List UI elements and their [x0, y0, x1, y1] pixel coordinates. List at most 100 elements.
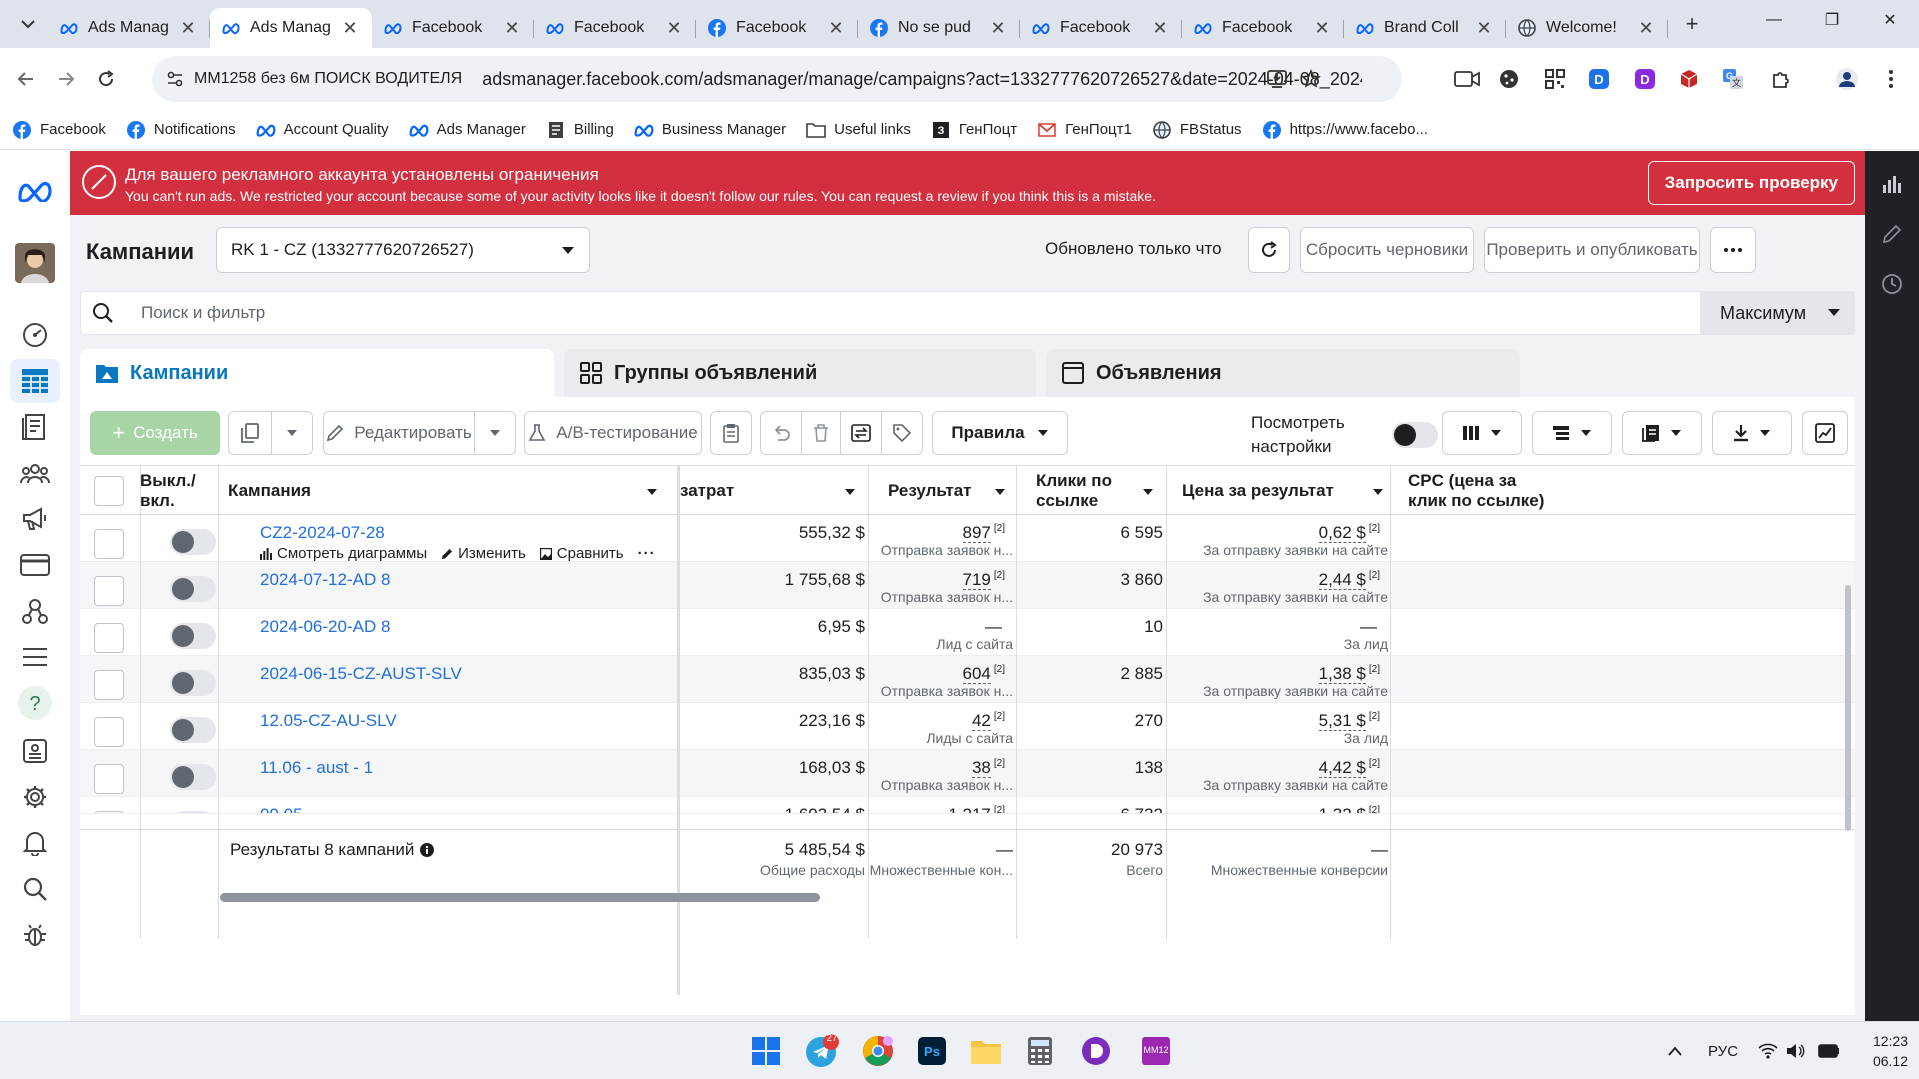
browser-tab[interactable]: Facebook ✕: [1182, 8, 1344, 48]
extension-d2-icon[interactable]: D: [1628, 62, 1662, 96]
bookmark-item[interactable]: Billing: [546, 120, 614, 140]
notifications-bell-icon[interactable]: [10, 821, 60, 865]
restore-button[interactable]: ❐: [1803, 0, 1861, 40]
profile-avatar-icon[interactable]: [1830, 62, 1864, 96]
forward-button[interactable]: [46, 59, 86, 99]
col-cost-per-result[interactable]: Цена за результат: [1172, 466, 1396, 516]
business-tools-icon[interactable]: [10, 589, 60, 633]
close-tab-icon[interactable]: ✕: [1312, 18, 1332, 39]
browser-tab[interactable]: Facebook ✕: [696, 8, 858, 48]
duplicate-dropdown[interactable]: [271, 411, 313, 455]
row-checkbox[interactable]: [94, 529, 124, 559]
col-toggle[interactable]: Выкл./ вкл.: [140, 466, 220, 516]
qr-icon[interactable]: [1538, 62, 1572, 96]
close-tab-icon[interactable]: ✕: [1474, 18, 1494, 39]
rules-button[interactable]: Правила: [932, 411, 1068, 455]
bookmark-item[interactable]: З ГенПоцт: [931, 120, 1017, 140]
row-checkbox[interactable]: [94, 764, 124, 794]
table-row[interactable]: 09.051 603,54 $1 217[2]6 7321,32 $[2]: [80, 797, 1855, 814]
bookmark-item[interactable]: https://www.facebo...: [1262, 120, 1428, 140]
browser-tab[interactable]: Ads Manag ✕: [210, 8, 372, 48]
bookmark-star-icon[interactable]: [1296, 64, 1326, 94]
reset-drafts-button[interactable]: Сбросить черновики: [1300, 227, 1474, 273]
close-tab-icon[interactable]: ✕: [1636, 18, 1656, 39]
close-tab-icon[interactable]: ✕: [988, 18, 1008, 39]
row-checkbox[interactable]: [94, 717, 124, 747]
browser-tab[interactable]: Welcome! ✕: [1506, 8, 1668, 48]
close-window-button[interactable]: ✕: [1861, 0, 1919, 40]
audiences-icon[interactable]: [10, 451, 60, 495]
minimize-button[interactable]: —: [1745, 0, 1803, 40]
col-spend[interactable]: затрат: [680, 466, 868, 516]
browser-tab[interactable]: Facebook ✕: [372, 8, 534, 48]
col-result[interactable]: Результат: [878, 466, 1018, 516]
table-row[interactable]: CZ2-2024-07-28 Смотреть диаграммы Изменить…: [80, 515, 1855, 562]
date-range-select[interactable]: Максимум: [1700, 291, 1855, 335]
help-icon[interactable]: ?: [10, 681, 60, 725]
browser-tab[interactable]: No se pud ✕: [858, 8, 1020, 48]
wifi-icon[interactable]: [1758, 1022, 1778, 1079]
close-tab-icon[interactable]: ✕: [502, 18, 522, 39]
undo-button[interactable]: [760, 411, 802, 455]
bookmark-item[interactable]: FBStatus: [1152, 120, 1242, 140]
browser-tab[interactable]: Facebook ✕: [534, 8, 696, 48]
compare-link[interactable]: Сравнить: [539, 545, 624, 562]
tag-button[interactable]: [881, 411, 923, 455]
refresh-button[interactable]: [1248, 227, 1290, 273]
col-clicks[interactable]: Клики по ссылке: [1026, 466, 1166, 516]
extensions-puzzle-icon[interactable]: [1764, 62, 1798, 96]
reload-button[interactable]: [86, 59, 126, 99]
account-avatar[interactable]: [10, 241, 60, 285]
close-tab-icon[interactable]: ✕: [340, 18, 360, 39]
telegram-icon[interactable]: 27: [802, 1031, 842, 1071]
campaign-toggle[interactable]: [170, 623, 216, 649]
language-indicator[interactable]: РУС: [1708, 1022, 1738, 1079]
pencil-icon[interactable]: [1877, 219, 1907, 249]
campaign-toggle[interactable]: [170, 764, 216, 790]
new-tab-button[interactable]: +: [1674, 6, 1710, 42]
select-all-checkbox[interactable]: [94, 476, 124, 506]
charts-toggle-button[interactable]: [1802, 411, 1848, 455]
browser-tab[interactable]: Facebook ✕: [1020, 8, 1182, 48]
file-explorer-icon[interactable]: [966, 1031, 1006, 1071]
row-checkbox[interactable]: [94, 670, 124, 700]
export-button[interactable]: [840, 411, 882, 455]
browser-menu-icon[interactable]: [1874, 62, 1908, 96]
edit-link[interactable]: Изменить: [441, 545, 526, 562]
bookmark-item[interactable]: Account Quality: [256, 120, 389, 140]
close-tab-icon[interactable]: ✕: [826, 18, 846, 39]
extension-cube-icon[interactable]: [1672, 62, 1706, 96]
extension-d-icon[interactable]: D: [1582, 62, 1616, 96]
bookmark-item[interactable]: Notifications: [126, 120, 236, 140]
all-tools-menu-icon[interactable]: [10, 635, 60, 679]
search-nav-icon[interactable]: [10, 867, 60, 911]
history-clock-icon[interactable]: [1877, 269, 1907, 299]
bar-chart-icon[interactable]: [1877, 169, 1907, 199]
campaign-name-link[interactable]: 2024-07-12-AD 8: [260, 570, 390, 590]
view-charts-link[interactable]: Смотреть диаграммы: [260, 545, 427, 562]
col-cpc[interactable]: CPC (цена за клик по ссылке): [1398, 466, 1548, 516]
billing-card-icon[interactable]: [10, 543, 60, 587]
more-options-button[interactable]: [1710, 227, 1756, 273]
news-icon[interactable]: [10, 729, 60, 773]
system-clock[interactable]: 12:23 06.12: [1858, 1031, 1908, 1071]
col-campaign[interactable]: Кампания: [228, 466, 670, 516]
review-publish-button[interactable]: Проверить и опубликовать: [1484, 227, 1700, 273]
close-tab-icon[interactable]: ✕: [1150, 18, 1170, 39]
bug-report-icon[interactable]: [10, 913, 60, 957]
address-bar[interactable]: MM1258 без 6м ПОИСК ВОДИТЕЛЯ adsmanager.…: [152, 56, 1402, 102]
clipboard-button[interactable]: [710, 411, 752, 455]
row-checkbox[interactable]: [94, 623, 124, 653]
campaign-name-link[interactable]: 12.05-CZ-AU-SLV: [260, 711, 397, 731]
table-row[interactable]: 2024-06-20-AD 8 6,95 $ — Лид с сайта 10— За л…: [80, 609, 1855, 656]
settings-gear-icon[interactable]: [10, 775, 60, 819]
campaign-toggle[interactable]: [170, 670, 216, 696]
bookmark-item[interactable]: Facebook: [12, 120, 106, 140]
bookmark-item[interactable]: ГенПоцт1: [1037, 120, 1132, 140]
url-text[interactable]: adsmanager.facebook.com/adsmanager/manag…: [482, 69, 1362, 90]
translate-icon[interactable]: G文: [1716, 62, 1750, 96]
table-row[interactable]: 2024-07-12-AD 81 755,68 $719 [2] Отправка …: [80, 562, 1855, 609]
chrome-icon[interactable]: [858, 1031, 898, 1071]
columns-button[interactable]: [1442, 411, 1522, 455]
tray-overflow-icon[interactable]: [1668, 1022, 1682, 1079]
